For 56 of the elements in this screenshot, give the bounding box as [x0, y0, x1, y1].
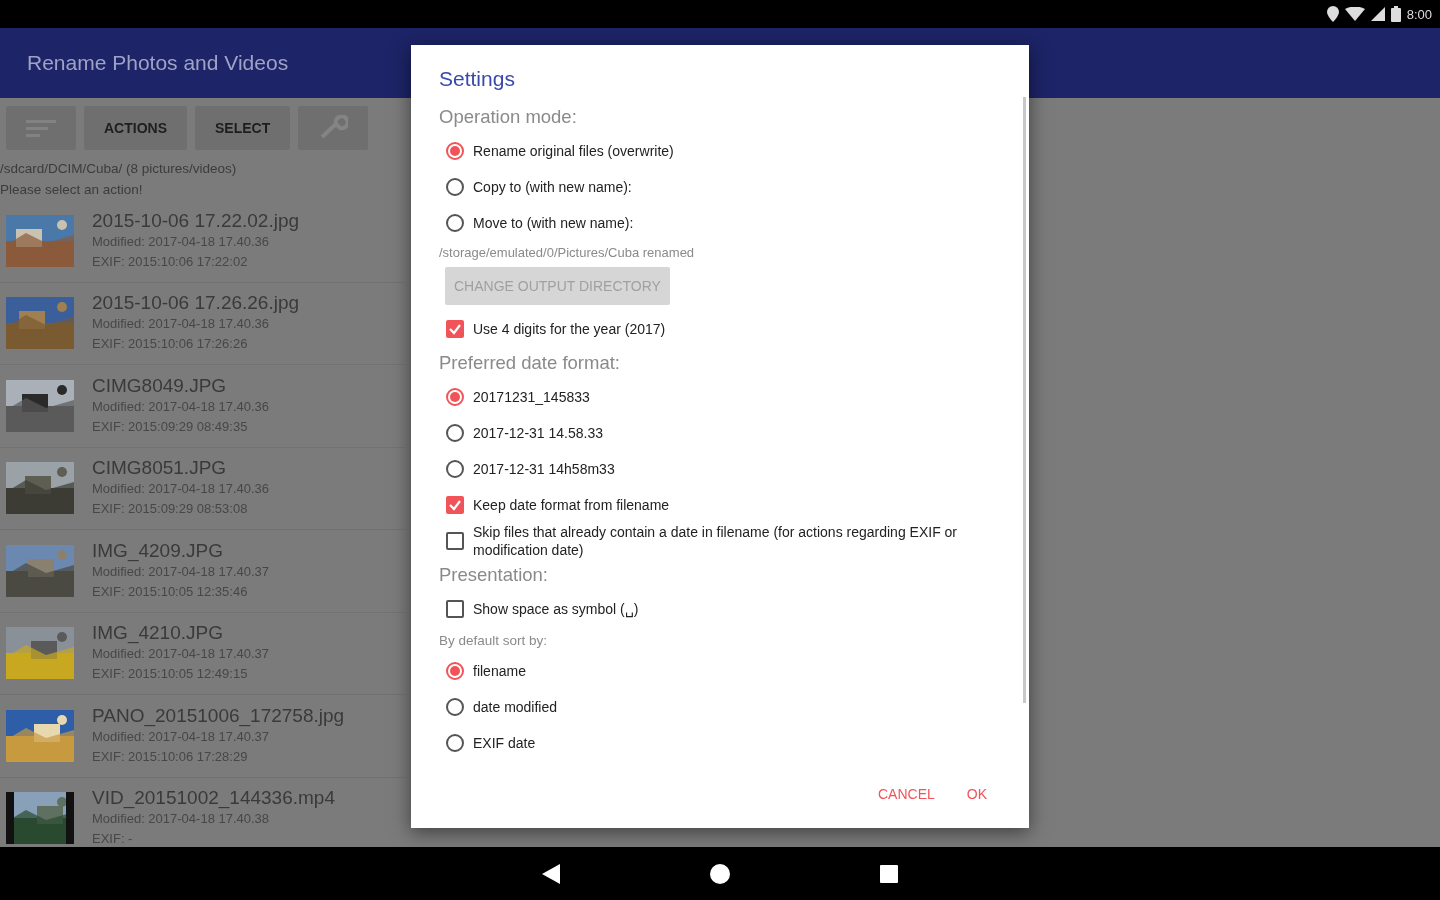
battery-icon — [1390, 6, 1401, 22]
output-path: /storage/emulated/0/Pictures/Cuba renamed — [439, 243, 696, 262]
scrollbar[interactable] — [1023, 97, 1026, 703]
radio-button[interactable] — [446, 460, 464, 478]
option-label: date modified — [473, 698, 558, 716]
option-label: 20171231_145833 — [473, 388, 590, 406]
checkbox[interactable] — [446, 320, 464, 338]
file-name[interactable]: 2015-10-06 17.22.02.jpg — [92, 209, 300, 232]
option-label: Rename original files (overwrite) — [473, 142, 674, 160]
file-name[interactable]: 2015-10-06 17.26.26.jpg — [92, 292, 300, 315]
file-name[interactable]: VID_20151002_144336.mp4 — [92, 787, 335, 810]
file-name[interactable]: CIMG8051.JPG — [92, 457, 270, 480]
radio-button[interactable] — [446, 734, 464, 752]
wifi-icon — [1344, 7, 1365, 21]
option-label: Skip files that already contain a date in filename (for actions regarding EXIF or modification date) — [473, 523, 959, 559]
file-name[interactable]: IMG_4209.JPG — [92, 539, 270, 562]
sort-label: By default sort by: — [439, 631, 549, 650]
radio-button[interactable] — [446, 698, 464, 716]
section-label: Presentation: — [439, 563, 549, 587]
checkbox[interactable] — [446, 532, 464, 550]
dialog-action[interactable]: OK — [952, 778, 1001, 810]
location-icon — [1326, 6, 1339, 22]
radio-button[interactable] — [446, 142, 464, 160]
checkbox[interactable] — [446, 600, 464, 618]
recents-icon[interactable] — [880, 864, 898, 883]
toolbar-button[interactable]: SELECT — [195, 106, 291, 150]
option-label: 2017-12-31 14h58m33 — [473, 460, 615, 478]
file-name[interactable]: CIMG8049.JPG — [92, 374, 270, 397]
option-label: Move to (with new name): — [473, 214, 634, 232]
radio-button[interactable] — [446, 424, 464, 442]
file-name[interactable]: IMG_4210.JPG — [92, 622, 270, 645]
option-label: filename — [473, 662, 526, 680]
dialog-title: Settings — [439, 67, 516, 91]
signal-icon — [1370, 7, 1385, 21]
home-icon[interactable] — [710, 863, 730, 884]
option-label: Show space as symbol (␣) — [473, 600, 639, 618]
toolbar-button[interactable]: ACTIONS — [84, 106, 187, 150]
dialog-action[interactable]: CANCEL — [863, 778, 949, 810]
radio-button[interactable] — [446, 214, 464, 232]
file-name[interactable]: PANO_20151006_172758.jpg — [92, 704, 345, 727]
option-label: Use 4 digits for the year (2017) — [473, 320, 666, 338]
checkbox[interactable] — [446, 496, 464, 514]
clock: 8:00 — [1406, 6, 1432, 22]
radio-button[interactable] — [446, 388, 464, 406]
app-title: Rename Photos and Videos — [27, 51, 289, 75]
section-label: Operation mode: — [439, 105, 578, 129]
folder-path: /sdcard/DCIM/Cuba/ (8 pictures/videos) — [0, 160, 237, 178]
radio-button[interactable] — [446, 178, 464, 196]
option-label: EXIF date — [473, 734, 536, 752]
back-icon[interactable] — [542, 863, 560, 884]
option-label: Copy to (with new name): — [473, 178, 632, 196]
option-label: Keep date format from filename — [473, 496, 670, 514]
hint-text: Please select an action! — [0, 181, 143, 199]
radio-button[interactable] — [446, 662, 464, 680]
section-label: Preferred date format: — [439, 351, 621, 375]
option-label: 2017-12-31 14.58.33 — [473, 424, 603, 442]
